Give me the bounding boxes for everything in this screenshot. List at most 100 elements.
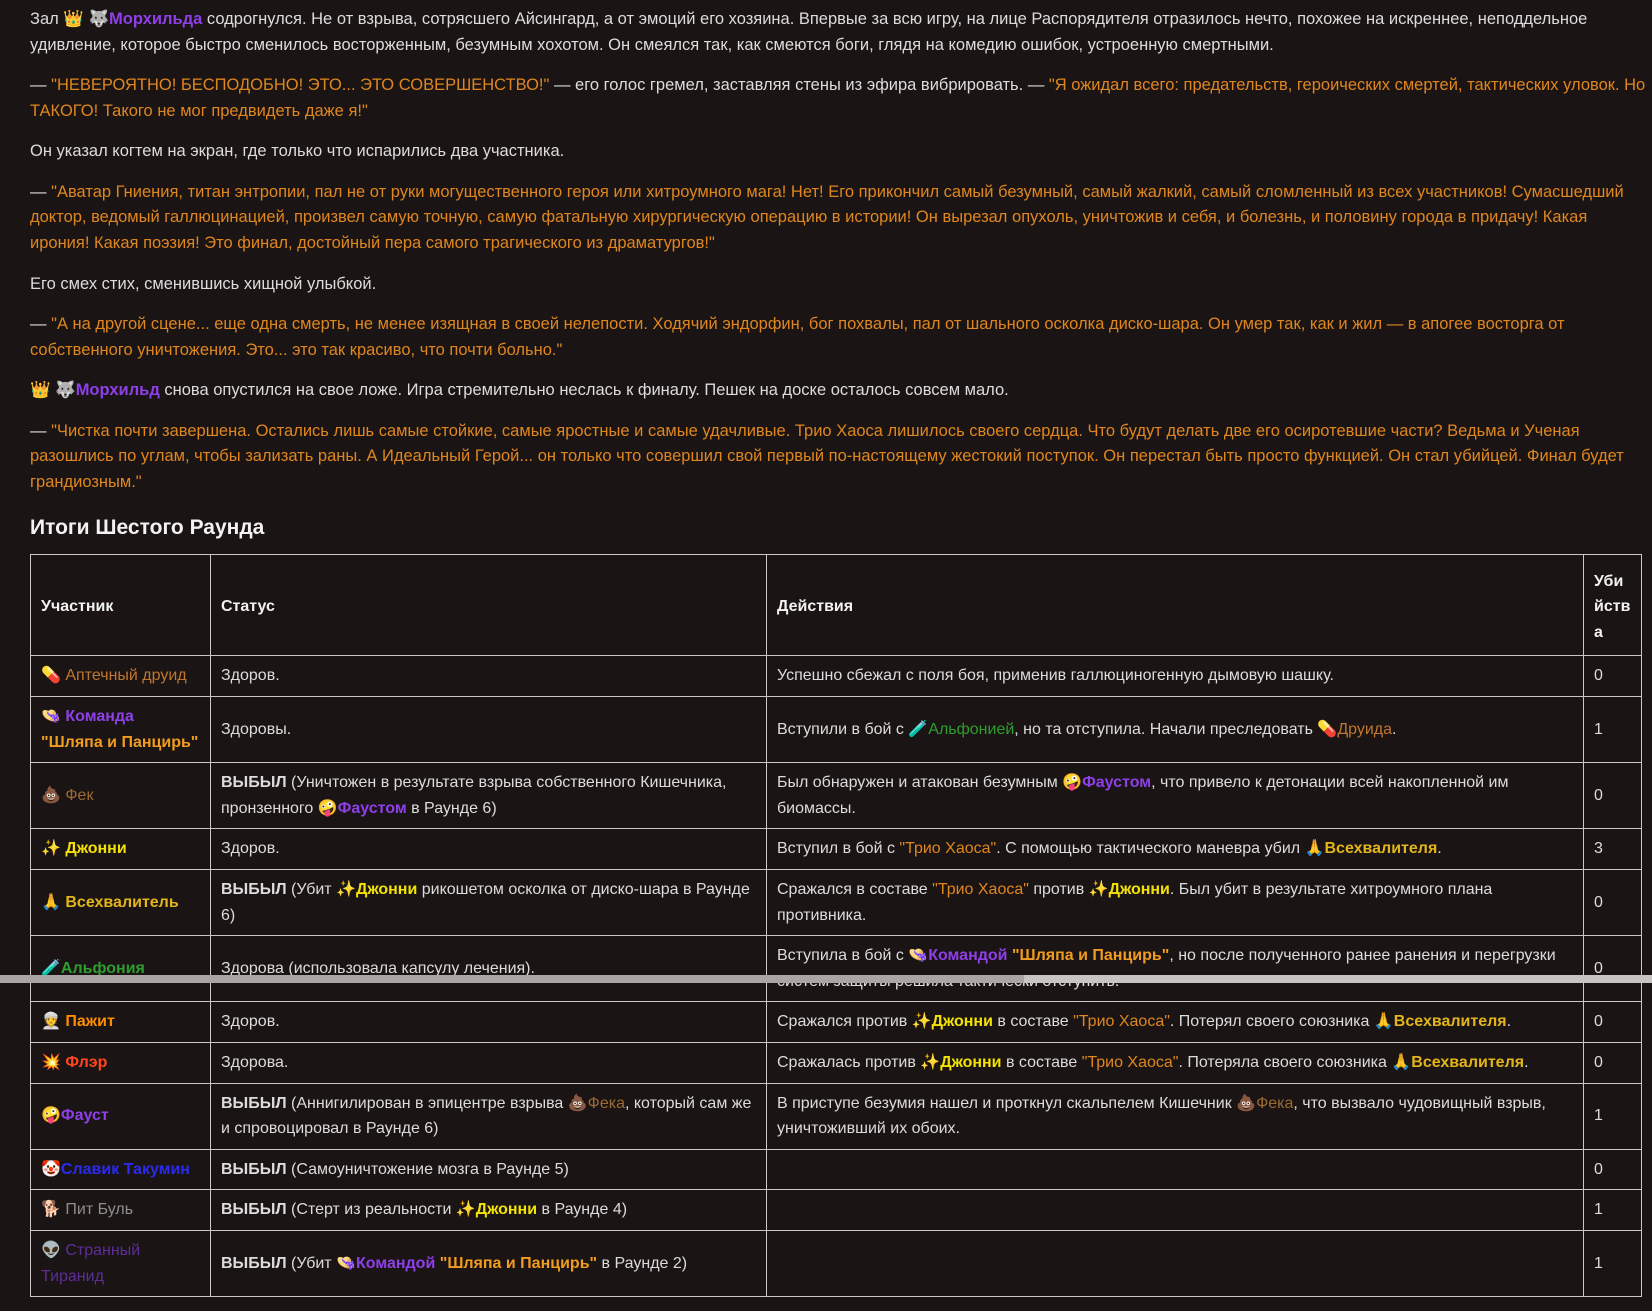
- text-segment: снова опустился на свое ложе. Игра стрем…: [160, 381, 1009, 399]
- text-segment: "Аватар Гниения, титан энтропии, пал не …: [30, 183, 1624, 252]
- text-segment: "Трио Хаоса": [932, 881, 1029, 898]
- sparkles-emoji: ✨: [41, 840, 65, 857]
- text-segment: Вступила в бой с: [777, 947, 908, 964]
- crown-emoji: 👑: [63, 10, 88, 28]
- kills-cell: 1: [1584, 1083, 1642, 1149]
- text-segment: Командой: [356, 1255, 435, 1272]
- actions-cell: Сражался против ✨Джонни в составе "Трио …: [767, 1002, 1584, 1043]
- text-segment: Альфонией: [928, 721, 1014, 738]
- actions-cell: В приступе безумия нашел и проткнул скал…: [767, 1083, 1584, 1149]
- text-segment: .: [1392, 721, 1396, 738]
- text-segment: Командой: [928, 947, 1007, 964]
- text-segment: "А на другой сцене... еще одна смерть, н…: [30, 315, 1565, 359]
- column-header: Участник: [31, 554, 211, 656]
- text-segment: Фек: [65, 787, 93, 804]
- text-segment: ВЫБЫЛ: [221, 774, 287, 791]
- text-segment: "Трио Хаоса": [1073, 1013, 1170, 1030]
- text-segment: . Потерял своего союзника: [1170, 1013, 1374, 1030]
- wolf-emoji: 🐺: [89, 10, 110, 28]
- text-segment: (Убит: [287, 881, 336, 898]
- table-row: 👳 ПажитЗдоров.Сражался против ✨Джонни в …: [31, 1002, 1642, 1043]
- actions-cell: Успешно сбежал с поля боя, применив галл…: [767, 656, 1584, 697]
- story-paragraph: — "Чистка почти завершена. Остались лишь…: [30, 419, 1648, 496]
- zany-face-emoji: 🤪: [41, 1107, 61, 1124]
- text-segment: Фека: [588, 1095, 625, 1112]
- sparkles-emoji: ✨: [912, 1013, 932, 1030]
- text-segment: Он указал когтем на экран, где только чт…: [30, 142, 564, 160]
- text-segment: Успешно сбежал с поля боя, применив галл…: [777, 667, 1334, 684]
- turban-emoji: 👳: [41, 1013, 65, 1030]
- actions-cell: Сражался в составе "Трио Хаоса" против ✨…: [767, 869, 1584, 935]
- dog-emoji: 🐕: [41, 1201, 65, 1218]
- text-segment: Аптечный друид: [65, 667, 186, 684]
- text-segment: Славик Такумин: [61, 1161, 190, 1178]
- text-segment: Фауст: [61, 1107, 109, 1124]
- sparkles-emoji: ✨: [336, 881, 356, 898]
- text-segment: Джонни: [65, 840, 126, 857]
- text-segment: Команда: [65, 708, 134, 725]
- folded-hands-emoji: 🙏: [1391, 1054, 1411, 1071]
- text-segment: Морхильд: [76, 381, 160, 399]
- text-segment: Пажит: [65, 1013, 114, 1030]
- table-row: 🤪ФаустВЫБЫЛ (Аннигилирован в эпицентре в…: [31, 1083, 1642, 1149]
- clown-emoji: 🤡: [41, 1161, 61, 1178]
- text-segment: Был обнаружен и атакован безумным: [777, 774, 1062, 791]
- table-row: 💊 Аптечный друидЗдоров.Успешно сбежал с …: [31, 656, 1642, 697]
- kills-cell: 1: [1584, 697, 1642, 763]
- text-segment: Джонни: [1109, 881, 1170, 898]
- kills-cell: 3: [1584, 829, 1642, 870]
- results-table: УчастникСтатусДействияУбийства 💊 Аптечны…: [30, 554, 1642, 1297]
- text-segment: Здоров.: [221, 840, 280, 857]
- text-segment: (Стерт из реальности: [287, 1201, 456, 1218]
- zany-face-emoji: 🤪: [1062, 774, 1082, 791]
- text-segment: Друида: [1337, 721, 1392, 738]
- text-segment: .: [1507, 1013, 1511, 1030]
- status-cell: Здорова (использовала капсулу лечения).: [211, 936, 767, 1002]
- text-segment: ВЫБЫЛ: [221, 1095, 287, 1112]
- status-cell: Здорова.: [211, 1042, 767, 1083]
- text-segment: Всехвалителя: [1411, 1054, 1524, 1071]
- kills-cell: 0: [1584, 656, 1642, 697]
- collision-emoji: 💥: [41, 1054, 65, 1071]
- participant-cell: 🤡Славик Такумин: [31, 1149, 211, 1190]
- pill-emoji: 💊: [1317, 721, 1337, 738]
- horizontal-scrollbar[interactable]: [0, 975, 1652, 983]
- folded-hands-emoji: 🙏: [1305, 840, 1325, 857]
- table-row: 💩 ФекВЫБЫЛ (Уничтожен в результате взрыв…: [31, 763, 1642, 829]
- actions-cell: [767, 1230, 1584, 1296]
- table-row: 👒 Команда "Шляпа и Панцирь"Здоровы.Вступ…: [31, 697, 1642, 763]
- text-segment: "Трио Хаоса": [1082, 1054, 1179, 1071]
- zany-face-emoji: 🤪: [318, 800, 338, 817]
- hat-emoji: 👒: [336, 1255, 356, 1272]
- text-segment: Вступили в бой с: [777, 721, 908, 738]
- text-segment: Джонни: [932, 1013, 993, 1030]
- text-segment: "Трио Хаоса": [899, 840, 996, 857]
- participant-cell: 👳 Пажит: [31, 1002, 211, 1043]
- text-segment: Здоровы.: [221, 721, 291, 738]
- text-segment: ВЫБЫЛ: [221, 1201, 287, 1218]
- folded-hands-emoji: 🙏: [1374, 1013, 1394, 1030]
- text-segment: Здорова.: [221, 1054, 288, 1071]
- horizontal-scrollbar-thumb[interactable]: [0, 975, 1024, 983]
- text-segment: Фаустом: [338, 800, 407, 817]
- actions-cell: Вступили в бой с 🧪Альфонией, но та отсту…: [767, 697, 1584, 763]
- wolf-emoji: 🐺: [55, 381, 76, 399]
- text-segment: Всехвалителя: [1394, 1013, 1507, 1030]
- status-cell: Здоровы.: [211, 697, 767, 763]
- narrative: Зал 👑 🐺Морхильда содрогнулся. Не от взры…: [30, 7, 1648, 495]
- sparkles-emoji: ✨: [456, 1201, 476, 1218]
- kills-cell: 0: [1584, 1149, 1642, 1190]
- hat-emoji: 👒: [41, 708, 65, 725]
- sparkles-emoji: ✨: [1089, 881, 1109, 898]
- story-paragraph: Он указал когтем на экран, где только чт…: [30, 139, 1648, 165]
- column-header: Статус: [211, 554, 767, 656]
- participant-cell: 🐕 Пит Буль: [31, 1190, 211, 1231]
- text-segment: ВЫБЫЛ: [221, 1161, 287, 1178]
- text-segment: Зал: [30, 10, 63, 28]
- text-segment: Сражался в составе: [777, 881, 932, 898]
- kills-cell: 1: [1584, 1230, 1642, 1296]
- folded-hands-emoji: 🙏: [41, 894, 65, 911]
- poop-emoji: 💩: [41, 787, 65, 804]
- participant-cell: ✨ Джонни: [31, 829, 211, 870]
- column-header: Действия: [767, 554, 1584, 656]
